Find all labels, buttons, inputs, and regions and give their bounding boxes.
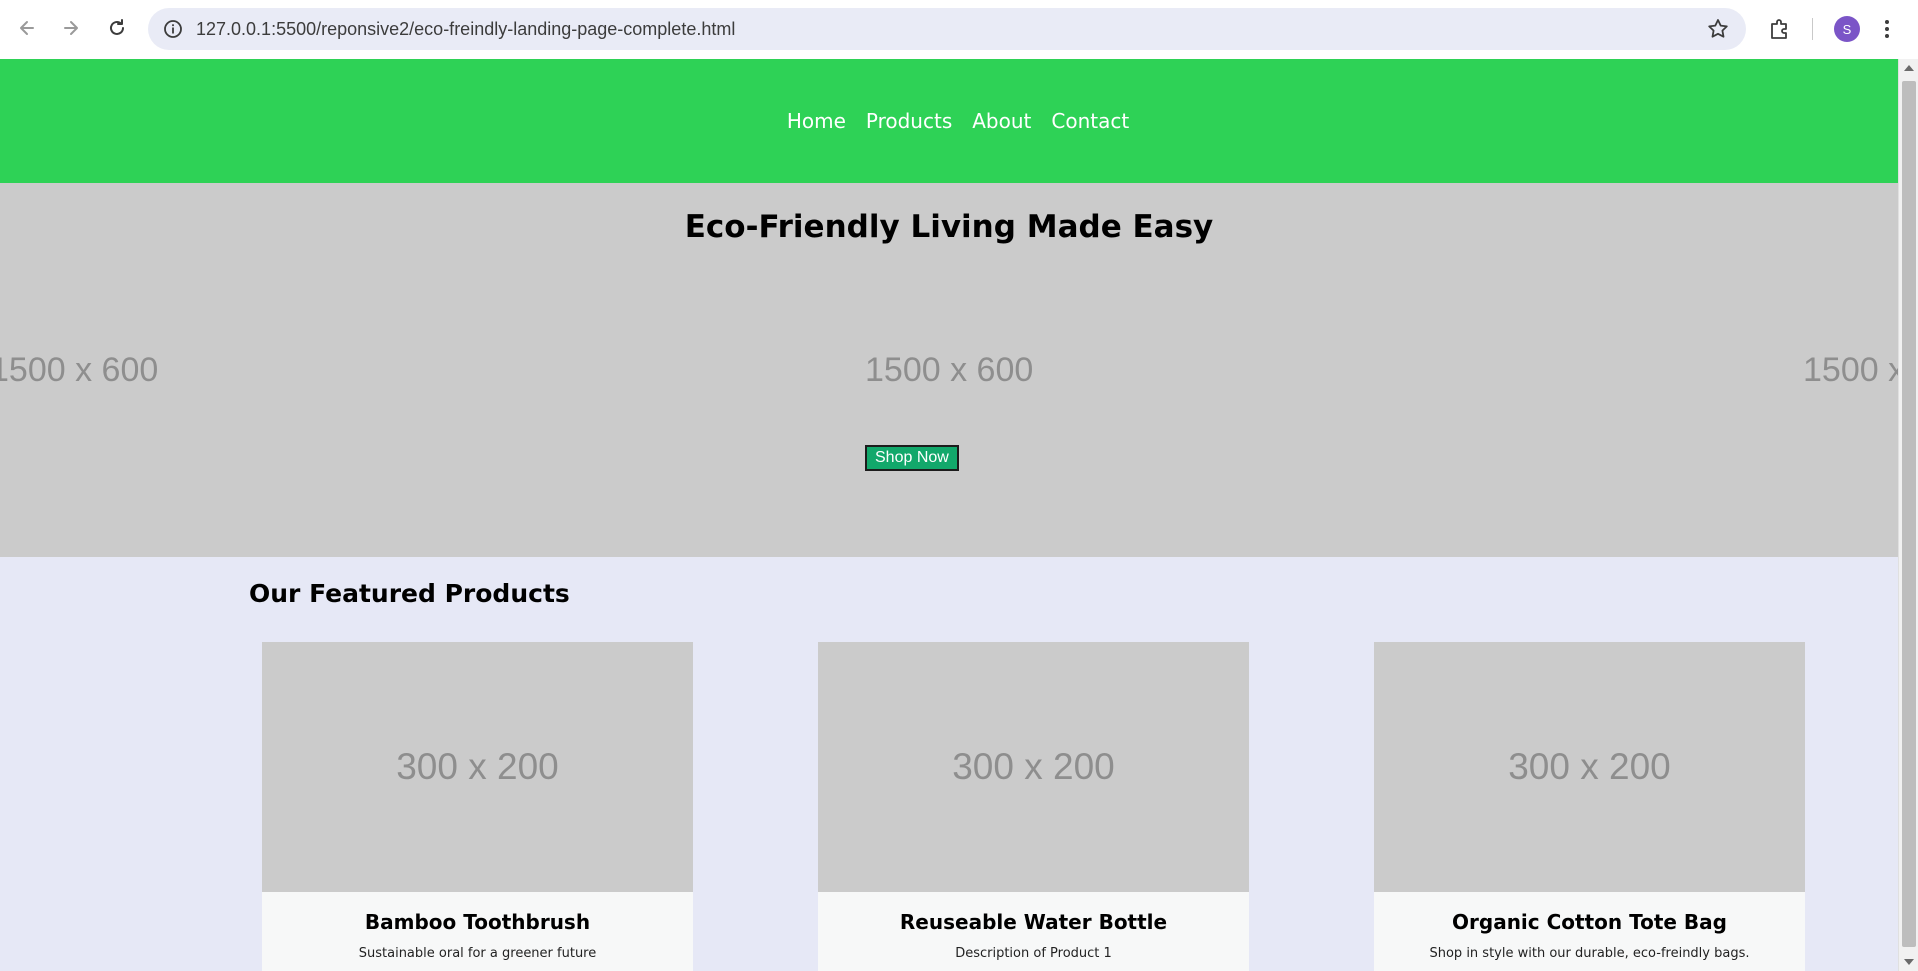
product-image-label: 300 x 200 [952,746,1115,787]
product-card[interactable]: 300 x 200 Bamboo Toothbrush Sustainable … [262,642,693,971]
bookmark-star-icon[interactable] [1706,17,1730,41]
page-viewport: Home Products About Contact Eco-Friendly… [0,59,1898,971]
product-name: Organic Cotton Tote Bag [1452,910,1727,934]
hero-banner: Eco-Friendly Living Made Easy 1500 x 600… [0,183,1898,557]
forward-arrow-icon[interactable] [56,13,86,43]
extensions-puzzle-icon[interactable] [1766,15,1794,43]
site-info-icon[interactable] [162,18,184,40]
toolbar-divider [1812,18,1813,40]
nav-link-contact[interactable]: Contact [1051,109,1129,133]
site-header: Home Products About Contact [0,59,1898,183]
product-image-label: 300 x 200 [1508,746,1671,787]
scroll-down-arrow-icon[interactable] [1904,959,1914,965]
nav-link-home[interactable]: Home [787,109,846,133]
scroll-up-arrow-icon[interactable] [1904,65,1914,71]
address-bar[interactable]: 127.0.0.1:5500/reponsive2/eco-freindly-l… [148,8,1746,50]
product-name: Bamboo Toothbrush [364,910,591,934]
profile-initial: S [1842,21,1852,37]
product-name: Reuseable Water Bottle [899,910,1168,934]
product-image-label: 300 x 200 [396,746,559,787]
product-description: Sustainable oral for a greener future [358,946,597,961]
browser-toolbar: 127.0.0.1:5500/reponsive2/eco-freindly-l… [0,0,1918,59]
product-description: Description of Product 1 [955,946,1112,961]
hero-title: Eco-Friendly Living Made Easy [684,209,1214,245]
featured-products-heading: Our Featured Products [249,579,570,608]
shop-now-button[interactable]: Shop Now [865,445,959,471]
url-text[interactable]: 127.0.0.1:5500/reponsive2/eco-freindly-l… [196,19,735,40]
profile-avatar[interactable]: S [1834,16,1860,42]
product-description: Shop in style with our durable, eco-frei… [1429,946,1750,961]
nav-link-products[interactable]: Products [866,109,952,133]
hero-placeholder-label: 1500 x 600 [0,351,159,389]
back-arrow-icon[interactable] [12,13,42,43]
vertical-scrollbar[interactable] [1898,59,1918,971]
hero-placeholder-label: 1500 x 600 [1803,351,1898,389]
product-image-placeholder: 300 x 200 [262,642,693,892]
scrollbar-thumb[interactable] [1902,81,1916,947]
product-card[interactable]: 300 x 200 Reuseable Water Bottle Descrip… [818,642,1249,971]
hero-placeholder-label: 1500 x 600 [865,351,1034,389]
product-image-placeholder: 300 x 200 [1374,642,1805,892]
reload-icon[interactable] [102,13,132,43]
nav-link-about[interactable]: About [972,109,1031,133]
more-menu-icon[interactable] [1882,16,1892,42]
product-card[interactable]: 300 x 200 Organic Cotton Tote Bag Shop i… [1374,642,1805,971]
product-image-placeholder: 300 x 200 [818,642,1249,892]
